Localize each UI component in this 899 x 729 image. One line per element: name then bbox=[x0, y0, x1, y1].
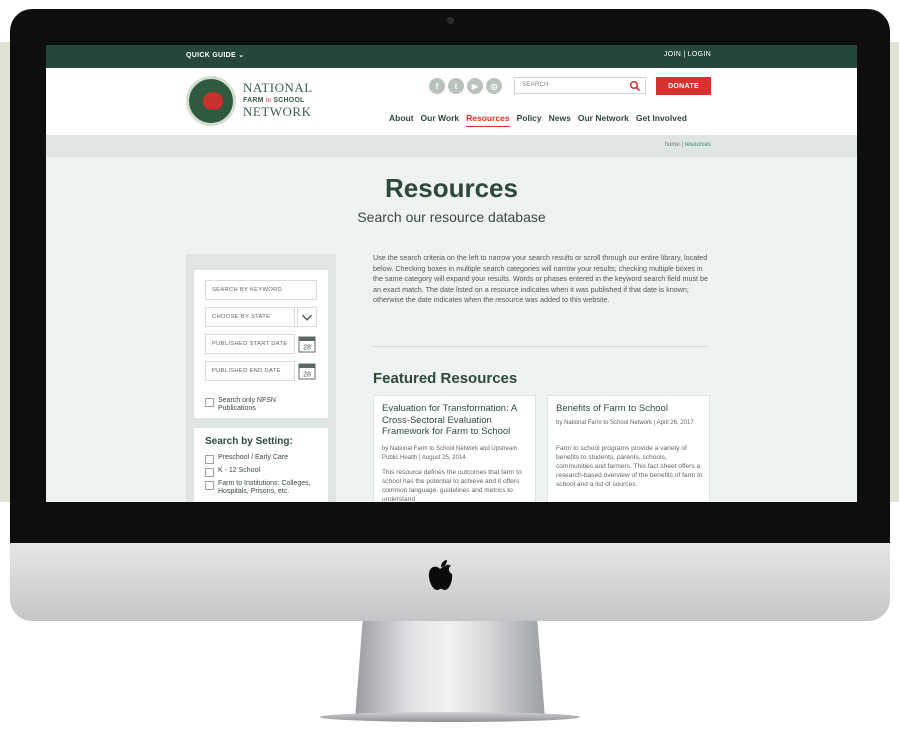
logo-farm: FARM bbox=[243, 97, 264, 104]
breadcrumb-separator: | bbox=[681, 142, 683, 148]
twitter-icon[interactable]: t bbox=[448, 78, 464, 94]
donate-button[interactable]: DONATE bbox=[656, 77, 711, 95]
nfsn-only-label: Search only NFSN Publications bbox=[218, 397, 276, 412]
page-title: Resources bbox=[385, 173, 518, 203]
nav-our-work[interactable]: Our Work bbox=[421, 113, 460, 127]
top-bar: QUICK GUIDE ⌄ JOIN | LOGIN bbox=[46, 45, 857, 68]
setting-checkbox[interactable] bbox=[205, 455, 214, 464]
account-links: JOIN | LOGIN bbox=[664, 51, 711, 58]
youtube-icon[interactable]: ▶ bbox=[467, 78, 483, 94]
join-link[interactable]: JOIN bbox=[664, 51, 681, 58]
logo-emblem-icon[interactable] bbox=[186, 76, 236, 126]
breadcrumb-current: resources bbox=[684, 142, 711, 148]
search-input[interactable]: SEARCH bbox=[514, 77, 646, 94]
nfsn-only-option: Search only NFSN Publications bbox=[205, 397, 308, 413]
setting-label: Farm to Institutions: Colleges, Hospital… bbox=[218, 480, 311, 495]
state-select[interactable]: CHOOSE BY STATE bbox=[205, 307, 295, 327]
resource-meta: by National Farm to School Network and U… bbox=[382, 446, 518, 461]
nfsn-only-checkbox[interactable] bbox=[205, 398, 214, 407]
nav-get-involved[interactable]: Get Involved bbox=[636, 113, 687, 127]
page-subtitle: Search our resource database bbox=[357, 209, 546, 225]
breadcrumb: home | resources bbox=[665, 142, 711, 148]
chevron-down-icon[interactable] bbox=[297, 307, 317, 327]
calendar-day-label: 28 bbox=[303, 372, 311, 379]
setting-heading: Search by Setting: bbox=[205, 436, 293, 447]
login-link[interactable]: LOGIN bbox=[688, 51, 711, 58]
setting-option: K - 12 School bbox=[205, 467, 318, 477]
website-screen: QUICK GUIDE ⌄ JOIN | LOGIN NATIONAL FARM… bbox=[46, 45, 857, 502]
social-links: f t ▶ ◎ bbox=[429, 78, 502, 94]
search-icon[interactable] bbox=[629, 80, 641, 92]
resource-meta: by National Farm to School Network | Apr… bbox=[556, 420, 694, 426]
separator: | bbox=[683, 51, 686, 58]
nav-policy[interactable]: Policy bbox=[517, 113, 542, 127]
breadcrumb-bar: home | resources bbox=[46, 135, 857, 157]
main-nav: About Our Work Resources Policy News Our… bbox=[389, 113, 687, 127]
featured-heading: Featured Resources bbox=[373, 370, 518, 387]
start-date-input[interactable]: PUBLISHED START DATE bbox=[205, 334, 295, 354]
camera-icon bbox=[447, 17, 454, 24]
divider bbox=[373, 346, 709, 347]
nav-news[interactable]: News bbox=[549, 113, 571, 127]
setting-option: Farm to Institutions: Colleges, Hospital… bbox=[205, 480, 318, 496]
search-placeholder: SEARCH bbox=[522, 82, 549, 88]
resource-description: This resource defines the outcomes that … bbox=[382, 469, 522, 502]
site-logo[interactable]: NATIONAL FARM to SCHOOL NETWORK bbox=[243, 80, 313, 120]
setting-checkbox[interactable] bbox=[205, 468, 214, 477]
site-header: NATIONAL FARM to SCHOOL NETWORK f t ▶ ◎ … bbox=[46, 68, 857, 135]
logo-line-3: NETWORK bbox=[243, 104, 312, 119]
nav-about[interactable]: About bbox=[389, 113, 414, 127]
resource-card[interactable]: Evaluation for Transformation: A Cross-S… bbox=[373, 395, 536, 502]
setting-checkbox[interactable] bbox=[205, 481, 214, 490]
search-filters: SEARCH BY KEYWORD CHOOSE BY STATE PUBLIS… bbox=[194, 270, 328, 418]
setting-filters: Search by Setting: Preschool / Early Car… bbox=[194, 428, 328, 502]
keyword-search-input[interactable]: SEARCH BY KEYWORD bbox=[205, 280, 317, 300]
breadcrumb-home[interactable]: home bbox=[665, 142, 680, 148]
end-date-input[interactable]: PUBLISHED END DATE bbox=[205, 361, 295, 381]
setting-label: K - 12 School bbox=[218, 467, 261, 474]
facebook-icon[interactable]: f bbox=[429, 78, 445, 94]
resource-title[interactable]: Evaluation for Transformation: A Cross-S… bbox=[382, 403, 532, 438]
logo-school: SCHOOL bbox=[273, 97, 305, 104]
instagram-icon[interactable]: ◎ bbox=[486, 78, 502, 94]
logo-apple-icon bbox=[203, 92, 223, 110]
calendar-icon[interactable]: 28 bbox=[298, 362, 316, 380]
resource-title[interactable]: Benefits of Farm to School bbox=[556, 403, 706, 415]
nav-resources[interactable]: Resources bbox=[466, 113, 510, 127]
logo-line-1: NATIONAL bbox=[243, 80, 313, 95]
monitor-stand-base bbox=[320, 712, 580, 722]
monitor-stand bbox=[355, 621, 545, 719]
nav-our-network[interactable]: Our Network bbox=[578, 113, 629, 127]
intro-text: Use the search criteria on the left to n… bbox=[373, 253, 709, 305]
quick-guide-menu[interactable]: QUICK GUIDE ⌄ bbox=[186, 51, 244, 59]
resource-description: Farm to school programs provide a variet… bbox=[556, 445, 703, 488]
filter-sidebar: SEARCH BY KEYWORD CHOOSE BY STATE PUBLIS… bbox=[186, 254, 336, 502]
setting-label: Preschool / Early Care bbox=[218, 454, 289, 461]
setting-option: Preschool / Early Care bbox=[205, 454, 318, 464]
resource-card[interactable]: Benefits of Farm to School by National F… bbox=[547, 395, 710, 502]
calendar-day-label: 28 bbox=[303, 345, 311, 352]
apple-logo-icon bbox=[428, 560, 453, 590]
logo-line-2: FARM to SCHOOL bbox=[243, 97, 313, 104]
calendar-icon[interactable]: 28 bbox=[298, 335, 316, 353]
